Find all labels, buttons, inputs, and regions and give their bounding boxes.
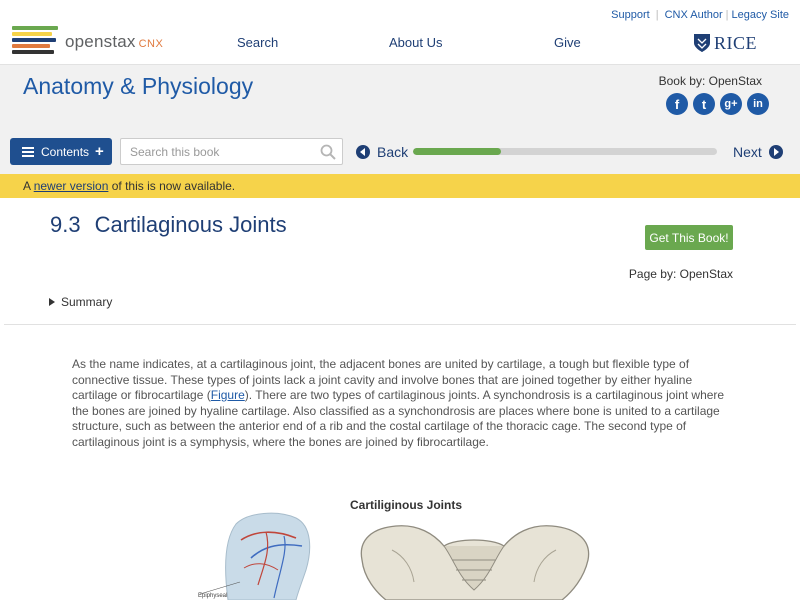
google-plus-icon[interactable]: g+ [720, 93, 742, 115]
pelvis-illustration [360, 525, 590, 600]
book-author: Book by: OpenStax [658, 74, 762, 88]
logo-text: openstax [65, 32, 136, 51]
arrow-left-icon [356, 145, 370, 159]
rice-shield-icon [694, 34, 710, 52]
plus-icon: + [95, 143, 104, 160]
bone-epiphysis-illustration [199, 512, 311, 600]
triangle-right-icon [49, 298, 55, 306]
summary-label: Summary [61, 295, 113, 309]
contents-button[interactable]: Contents + [10, 138, 112, 165]
back-button[interactable]: Back [356, 144, 408, 160]
top-bar: openstax CNX Support | CNX Author | Legacy Si… [0, 0, 800, 64]
progress-fill [413, 148, 502, 155]
cnx-author-link[interactable]: CNX Author [665, 9, 723, 21]
arrow-right-icon [768, 145, 783, 159]
next-button[interactable]: Next [733, 144, 783, 160]
logo-suffix: CNX [138, 38, 164, 50]
summary-toggle[interactable]: Summary [49, 295, 112, 309]
linkedin-icon[interactable]: in [747, 93, 769, 115]
section-title: Cartilaginous Joints [94, 212, 287, 237]
figure-label: Epiphyseal [198, 593, 228, 599]
search-input[interactable] [121, 139, 311, 164]
get-this-book-button[interactable]: Get This Book! [645, 225, 733, 250]
nav-give[interactable]: Give [554, 35, 581, 50]
body-paragraph: As the name indicates, at a cartilaginou… [72, 357, 732, 450]
book-progress-bar [413, 148, 717, 155]
book-search [120, 138, 343, 165]
utility-links: Support | CNX Author | Legacy Site [611, 9, 789, 21]
next-label: Next [733, 144, 762, 160]
legacy-site-link[interactable]: Legacy Site [732, 9, 789, 21]
notice-prefix: A [23, 179, 34, 193]
figure-title: Cartiliginous Joints [350, 498, 463, 512]
openstax-cnx-logo[interactable]: openstax CNX [12, 26, 172, 56]
facebook-icon[interactable]: f [666, 93, 688, 115]
nav-search[interactable]: Search [237, 35, 278, 50]
page-title: 9.3 Cartilaginous Joints [50, 212, 287, 238]
rice-logo[interactable]: RICE [693, 32, 757, 54]
page-author: Page by: OpenStax [628, 267, 733, 281]
figure-link[interactable]: Figure [211, 388, 245, 402]
list-icon [22, 147, 34, 157]
contents-label: Contents [41, 144, 90, 159]
support-link[interactable]: Support [611, 9, 650, 21]
twitter-icon[interactable]: t [693, 93, 715, 115]
newer-version-link[interactable]: newer version [34, 179, 109, 193]
search-icon[interactable] [320, 144, 336, 160]
rice-text: RICE [714, 32, 758, 53]
logo-stripes-icon [12, 26, 58, 54]
book-title[interactable]: Anatomy & Physiology [23, 73, 253, 100]
notice-suffix: of this is now available. [108, 179, 236, 193]
book-header: Anatomy & Physiology Book by: OpenStax f… [0, 64, 800, 174]
divider [4, 324, 796, 325]
nav-about-us[interactable]: About Us [389, 35, 442, 50]
section-number: 9.3 [50, 212, 81, 237]
newer-version-notice: A newer version of this is now available… [0, 174, 800, 198]
back-label: Back [377, 144, 409, 160]
social-share: f t g+ in [666, 93, 772, 115]
